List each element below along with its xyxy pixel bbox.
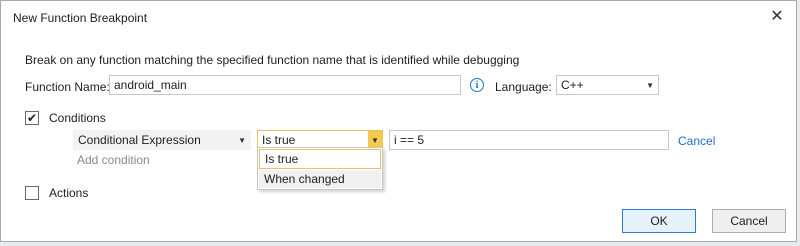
conditions-checkbox[interactable]: ✔	[25, 111, 39, 125]
info-icon[interactable]: i	[470, 78, 484, 92]
language-value: C++	[561, 78, 584, 92]
condition-expression-input[interactable]: i == 5	[389, 130, 669, 150]
function-name-value: android_main	[114, 78, 187, 92]
cancel-button[interactable]: Cancel	[712, 209, 786, 233]
description-text: Break on any function matching the speci…	[25, 53, 520, 67]
condition-expression-value: i == 5	[394, 133, 425, 147]
ok-button[interactable]: OK	[622, 209, 696, 233]
actions-label: Actions	[49, 186, 89, 200]
operator-dropdown-list: Is true When changed	[257, 147, 383, 190]
condition-type-value: Conditional Expression	[78, 133, 201, 147]
condition-type-select[interactable]: Conditional Expression ▼	[73, 130, 251, 150]
function-name-input[interactable]: android_main	[109, 75, 461, 95]
dialog-title: New Function Breakpoint	[13, 11, 148, 25]
function-name-label: Function Name:	[25, 80, 110, 94]
dropdown-option-when-changed[interactable]: When changed	[259, 170, 381, 188]
add-condition-link[interactable]: Add condition	[77, 153, 150, 167]
actions-checkbox[interactable]	[25, 186, 39, 200]
chevron-down-icon: ▼	[646, 80, 654, 90]
condition-operator-value: Is true	[262, 133, 296, 147]
dropdown-option-is-true[interactable]: Is true	[259, 149, 381, 169]
chevron-down-icon: ▼	[238, 135, 246, 145]
conditions-label: Conditions	[49, 111, 106, 125]
cancel-condition-link[interactable]: Cancel	[678, 134, 715, 148]
language-label: Language:	[495, 80, 552, 94]
close-icon[interactable]: ✕	[766, 6, 788, 26]
language-select[interactable]: C++ ▼	[556, 75, 659, 95]
new-function-breakpoint-dialog: New Function Breakpoint ✕ Break on any f…	[0, 0, 797, 242]
